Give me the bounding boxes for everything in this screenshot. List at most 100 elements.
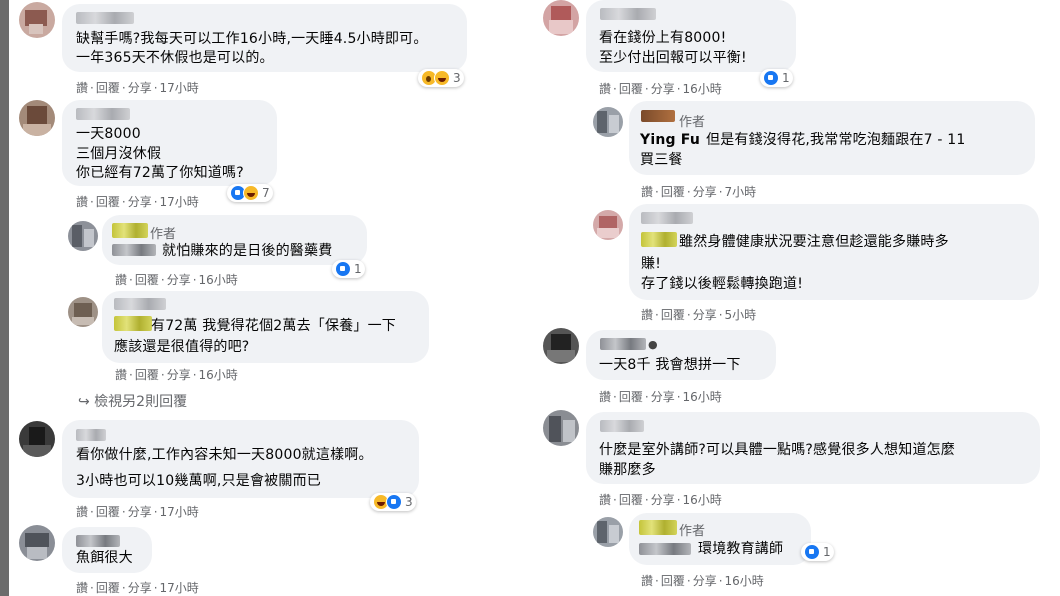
share-link[interactable]: 分享: [693, 185, 717, 199]
reply-link[interactable]: 回覆: [661, 308, 685, 322]
blurred-username[interactable]: [600, 338, 646, 350]
blurred-username[interactable]: [114, 298, 166, 310]
timestamp[interactable]: 16小時: [683, 390, 722, 404]
blurred-mention[interactable]: [114, 316, 152, 331]
share-link[interactable]: 分享: [128, 581, 152, 595]
share-link[interactable]: 分享: [167, 368, 191, 382]
blurred-username[interactable]: [600, 420, 644, 432]
avatar[interactable]: [68, 297, 98, 327]
blurred-username[interactable]: [76, 535, 120, 547]
reply-link[interactable]: 回覆: [619, 82, 643, 96]
like-link[interactable]: 讚: [641, 574, 653, 588]
like-link[interactable]: 讚: [76, 81, 88, 95]
reply-link[interactable]: 回覆: [96, 81, 120, 95]
blurred-username[interactable]: [112, 223, 148, 238]
timestamp[interactable]: 17小時: [160, 581, 199, 595]
reaction-summary[interactable]: 1: [760, 69, 793, 87]
avatar[interactable]: [593, 107, 623, 137]
share-link[interactable]: 分享: [128, 81, 152, 95]
like-link[interactable]: 讚: [641, 308, 653, 322]
like-link[interactable]: 讚: [76, 195, 88, 209]
avatar[interactable]: [19, 525, 55, 561]
reaction-summary[interactable]: 3: [370, 493, 416, 511]
comment-text: 一天8千 我會想拼一下: [599, 357, 741, 373]
blurred-username[interactable]: [639, 520, 677, 535]
avatar[interactable]: [19, 421, 55, 457]
like-link[interactable]: 讚: [641, 185, 653, 199]
timestamp[interactable]: 5小時: [725, 308, 757, 322]
like-link[interactable]: 讚: [76, 581, 88, 595]
comment-text: 但是有錢沒得花,我常常吃泡麵跟在7 - 11: [706, 132, 966, 148]
avatar[interactable]: [593, 210, 623, 240]
blurred-username[interactable]: [600, 8, 656, 20]
avatar[interactable]: [543, 410, 579, 446]
avatar[interactable]: [19, 2, 55, 38]
avatar[interactable]: [593, 517, 623, 547]
reply-link[interactable]: 回覆: [96, 581, 120, 595]
comment-actions: 讚 · 回覆 · 分享 · 17小時: [76, 505, 199, 519]
blurred-username[interactable]: [641, 110, 675, 122]
reaction-count: 1: [782, 71, 790, 85]
share-link[interactable]: 分享: [651, 390, 675, 404]
comment-text: 三個月沒休假: [76, 146, 162, 162]
timestamp[interactable]: 17小時: [160, 81, 199, 95]
timestamp[interactable]: 16小時: [199, 368, 238, 382]
comment-text: 看你做什麼,工作內容未知一天8000就這樣啊。: [76, 447, 373, 463]
reply-link[interactable]: 回覆: [619, 390, 643, 404]
timestamp[interactable]: 17小時: [160, 195, 199, 209]
share-link[interactable]: 分享: [693, 308, 717, 322]
blurred-mention[interactable]: [641, 232, 677, 247]
reply-link[interactable]: 回覆: [661, 185, 685, 199]
mention-author-name[interactable]: Ying Fu: [640, 131, 700, 150]
like-link[interactable]: 讚: [599, 390, 611, 404]
timestamp[interactable]: 16小時: [199, 273, 238, 287]
like-link[interactable]: 讚: [115, 273, 127, 287]
comment-actions: 讚 · 回覆 · 分享 · 5小時: [641, 308, 757, 322]
reply-link[interactable]: 回覆: [135, 368, 159, 382]
like-link[interactable]: 讚: [76, 505, 88, 519]
reply-link[interactable]: 回覆: [661, 574, 685, 588]
timestamp[interactable]: 7小時: [725, 185, 757, 199]
blurred-username[interactable]: [76, 429, 106, 441]
share-link[interactable]: 分享: [651, 493, 675, 507]
blurred-username[interactable]: [76, 12, 134, 24]
comment-text: 一天8000: [76, 126, 141, 142]
avatar[interactable]: [543, 328, 579, 364]
avatar[interactable]: [543, 0, 579, 36]
blurred-mention[interactable]: [112, 244, 156, 256]
comment-actions: 讚 · 回覆 · 分享 · 16小時: [599, 390, 722, 404]
comment-text: 缺幫手嗎?我每天可以工作16小時,一天睡4.5小時即可。: [76, 31, 428, 47]
share-link[interactable]: 分享: [128, 505, 152, 519]
reply-link[interactable]: 回覆: [96, 505, 120, 519]
comment-text: 看在錢份上有8000!: [599, 30, 727, 46]
timestamp[interactable]: 17小時: [160, 505, 199, 519]
share-link[interactable]: 分享: [651, 82, 675, 96]
timestamp[interactable]: 16小時: [725, 574, 764, 588]
like-link[interactable]: 讚: [599, 493, 611, 507]
reply-link[interactable]: 回覆: [135, 273, 159, 287]
reaction-summary[interactable]: 7: [227, 184, 273, 202]
comment-actions: 讚 · 回覆 · 分享 · 17小時: [76, 581, 199, 595]
share-link[interactable]: 分享: [128, 195, 152, 209]
like-link[interactable]: 讚: [115, 368, 127, 382]
share-link[interactable]: 分享: [693, 574, 717, 588]
timestamp[interactable]: 16小時: [683, 82, 722, 96]
blurred-username[interactable]: [76, 108, 130, 120]
share-link[interactable]: 分享: [167, 273, 191, 287]
like-link[interactable]: 讚: [599, 82, 611, 96]
reaction-summary[interactable]: 3: [418, 69, 464, 87]
avatar[interactable]: [19, 100, 55, 136]
avatar[interactable]: [68, 221, 98, 251]
view-more-replies-link[interactable]: ↪ 檢視另2則回覆: [78, 391, 187, 411]
reaction-summary[interactable]: 1: [801, 543, 834, 561]
comment-text: 有72萬 我覺得花個2萬去「保養」一下: [151, 318, 396, 334]
blurred-mention[interactable]: [639, 543, 691, 555]
reaction-summary[interactable]: 1: [332, 260, 365, 278]
reaction-count: 3: [453, 71, 461, 85]
reply-link[interactable]: 回覆: [96, 195, 120, 209]
blurred-username[interactable]: [641, 212, 693, 224]
window-edge: [0, 0, 9, 596]
reply-link[interactable]: 回覆: [619, 493, 643, 507]
comment-text: 一年365天不休假也是可以的。: [76, 50, 274, 66]
timestamp[interactable]: 16小時: [683, 493, 722, 507]
